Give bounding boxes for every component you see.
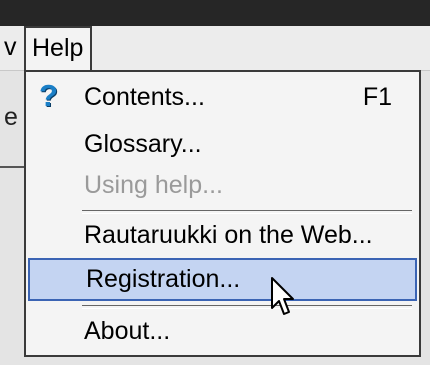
menu-item-label: About... — [84, 317, 171, 345]
menu-item-label: Contents... — [84, 83, 205, 111]
menubar-item-clipped[interactable]: v — [4, 33, 17, 62]
menu-item-rautaruukki-web[interactable]: Rautaruukki on the Web... — [28, 214, 417, 257]
menu-item-glossary[interactable]: Glossary... — [28, 123, 417, 166]
question-mark-icon: ? — [39, 78, 58, 113]
menu-item-registration[interactable]: Registration... — [28, 258, 417, 301]
arrow-pointer-icon — [271, 277, 294, 315]
menu-item-label: Glossary... — [84, 130, 202, 158]
background-clipped-text: e — [4, 103, 18, 131]
menu-item-shortcut: F1 — [362, 83, 392, 111]
menu-item-about[interactable]: About... — [28, 310, 417, 353]
menu-item-contents[interactable]: ? Contents... F1 — [28, 76, 417, 119]
help-dropdown-menu: ? Contents... F1 Glossary... Using help.… — [24, 70, 421, 357]
background-divider — [0, 166, 25, 168]
menu-item-label: Using help... — [84, 171, 223, 199]
title-bar — [0, 0, 430, 26]
menu-item-label: Registration... — [86, 265, 241, 293]
menu-item-label: Rautaruukki on the Web... — [84, 221, 373, 249]
menubar-item-help[interactable]: Help — [24, 26, 92, 70]
menu-separator — [82, 305, 412, 309]
menu-item-using-help: Using help... — [28, 164, 417, 207]
menubar-help-label: Help — [32, 34, 84, 62]
